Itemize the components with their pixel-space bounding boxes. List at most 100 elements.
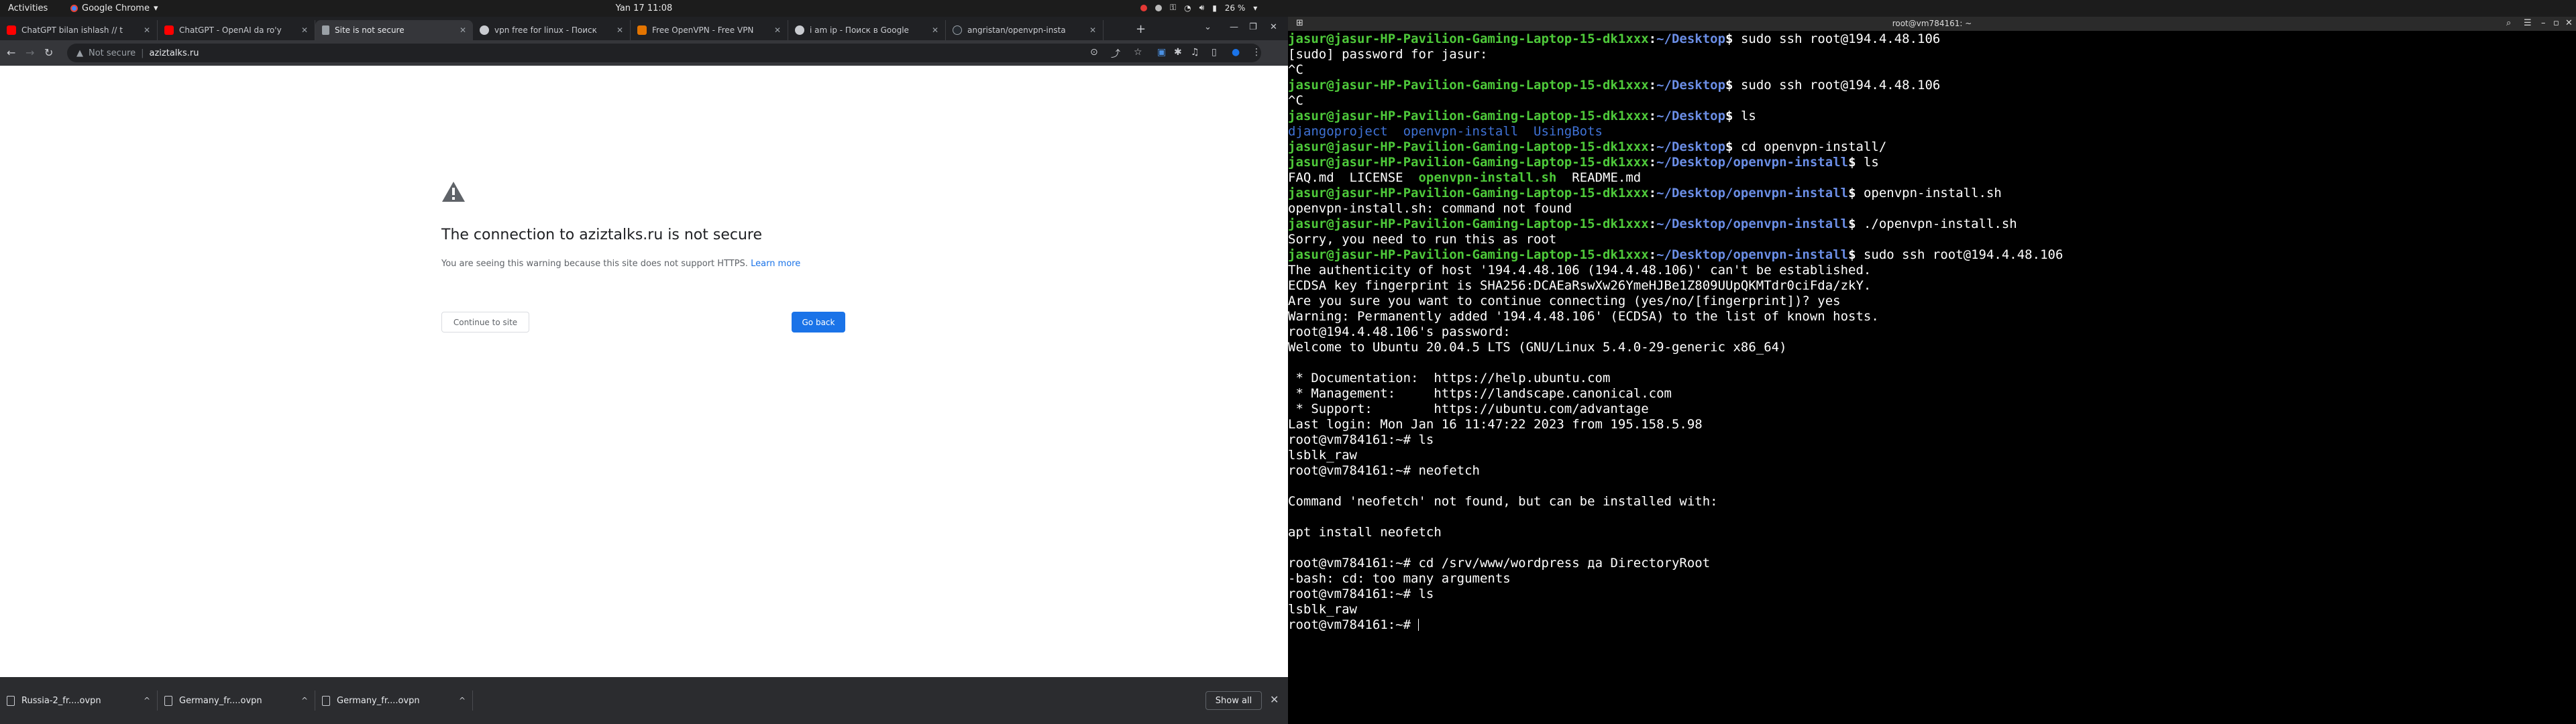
tab-label: ChatGPT bilan ishlash // t [21, 25, 123, 35]
terminal-line: ^C [1288, 93, 2576, 109]
output-text: [sudo] password for jasur: [1288, 47, 1488, 62]
terminal-output[interactable]: jasur@jasur-HP-Pavilion-Gaming-Laptop-15… [1288, 32, 2576, 724]
warning-description: You are seeing this warning because this… [441, 259, 800, 269]
chevron-up-icon[interactable]: ^ [459, 696, 466, 705]
close-icon[interactable]: ✕ [1089, 25, 1096, 35]
learn-more-link[interactable]: Learn more [751, 259, 800, 269]
close-icon[interactable]: ✕ [774, 25, 781, 35]
terminal-line: apt install neofetch [1288, 525, 2576, 540]
download-item[interactable]: Germany_fr....ovpn ^ [315, 690, 473, 711]
description-text: You are seeing this warning because this… [441, 259, 748, 269]
file-listing: README.md [1556, 170, 1642, 185]
clock[interactable]: Yan 17 11:08 [0, 3, 1288, 13]
vpn-key-icon: ⚿ [1170, 3, 1177, 12]
battery-level: 26 % [1224, 3, 1246, 13]
close-icon[interactable]: ✕ [144, 25, 150, 35]
prompt-separator: : [1648, 155, 1657, 170]
close-icon[interactable]: ✕ [301, 25, 308, 35]
go-back-button[interactable]: Go back [792, 312, 845, 333]
google-icon [795, 25, 804, 35]
chrome-menu-icon[interactable]: ⋮ [1252, 47, 1261, 58]
address-bar[interactable]: ▲ Not secure | aziztalks.ru [67, 44, 1261, 62]
command-text: neofetch [1418, 463, 1480, 478]
tab-site-not-secure[interactable]: Site is not secure ✕ [315, 20, 473, 40]
terminal-line: root@194.4.48.106's password: [1288, 324, 2576, 340]
command-text: ls [1740, 109, 1756, 123]
maximize-icon[interactable]: ▫ [2553, 18, 2559, 28]
continue-to-site-button[interactable]: Continue to site [441, 312, 529, 333]
prompt-path: ~/Desktop [1656, 139, 1726, 154]
interstitial-page: The connection to aziztalks.ru is not se… [0, 66, 1288, 677]
prompt-symbol: $ [1725, 139, 1741, 154]
hamburger-menu-icon[interactable]: ☰ [2524, 18, 2532, 28]
downloads-bar: Russia-2_fr....ovpn ^ Germany_fr....ovpn… [0, 677, 1288, 724]
terminal-line: * Support: https://ubuntu.com/advantage [1288, 402, 2576, 417]
profile-avatar-icon[interactable]: ● [1232, 47, 1240, 58]
show-all-downloads-button[interactable]: Show all [1205, 691, 1262, 710]
google-lens-icon[interactable]: ⊙ [1090, 47, 1098, 58]
tab-vpn-search[interactable]: vpn free for linux - Поиск ✕ [473, 20, 631, 40]
tab-label: Free OpenVPN - Free VPN [652, 25, 754, 35]
tab-search-icon[interactable]: ⌄ [1204, 22, 1212, 32]
close-icon[interactable]: ✕ [460, 25, 466, 35]
close-icon[interactable]: ✕ [616, 25, 623, 35]
side-panel-icon[interactable]: ▯ [1212, 47, 1217, 58]
prompt-user: jasur@jasur-HP-Pavilion-Gaming-Laptop-15… [1288, 247, 1649, 262]
security-status[interactable]: Not secure [89, 48, 136, 58]
minimize-icon[interactable]: – [2541, 18, 2546, 28]
bookmark-star-icon[interactable]: ☆ [1134, 47, 1142, 58]
reload-icon[interactable]: ↻ [44, 46, 53, 59]
download-item[interactable]: Germany_fr....ovpn ^ [158, 690, 315, 711]
close-window-icon[interactable]: ✕ [1270, 22, 1277, 32]
terminal-header-bar: ⊞ root@vm784161: ~ ⌕ ☰ – ▫ ✕ [1288, 17, 2576, 31]
terminal-line: jasur@jasur-HP-Pavilion-Gaming-Laptop-15… [1288, 139, 2576, 155]
prompt-symbol: $ [1848, 186, 1864, 200]
terminal-line: ^C [1288, 62, 2576, 78]
extension-translate-icon[interactable]: ▣ [1157, 47, 1166, 58]
back-arrow-icon[interactable]: ← [7, 46, 15, 59]
share-icon[interactable]: ⤴ [1111, 47, 1120, 60]
restore-icon[interactable]: ❐ [1249, 22, 1257, 32]
chevron-up-icon[interactable]: ^ [301, 696, 308, 705]
prompt-user: jasur@jasur-HP-Pavilion-Gaming-Laptop-15… [1288, 139, 1649, 154]
tab-i-am-ip[interactable]: i am ip - Поиск в Google ✕ [788, 20, 946, 40]
terminal-line: Command 'neofetch' not found, but can be… [1288, 494, 2576, 509]
forward-arrow-icon[interactable]: → [25, 46, 34, 59]
terminal-line: jasur@jasur-HP-Pavilion-Gaming-Laptop-15… [1288, 78, 2576, 93]
chevron-up-icon[interactable]: ^ [144, 696, 150, 705]
prompt-symbol: $ [1848, 155, 1864, 170]
tab-github-openvpn[interactable]: angristan/openvpn-insta ✕ [946, 20, 1104, 40]
warning-triangle-icon[interactable]: ▲ [76, 48, 83, 58]
youtube-icon [164, 25, 174, 35]
system-tray[interactable]: ⚿ ◔ 🔊︎ ▮ 26 % ▾ [1140, 3, 1257, 13]
terminal-line: jasur@jasur-HP-Pavilion-Gaming-Laptop-15… [1288, 217, 2576, 232]
url-text[interactable]: aziztalks.ru [150, 48, 199, 58]
omnibox-separator: | [141, 48, 144, 58]
tab-chatgpt-ishlash[interactable]: ChatGPT bilan ishlash // t ✕ [0, 20, 158, 40]
output-text: Welcome to Ubuntu 20.04.5 LTS (GNU/Linux… [1288, 340, 1787, 355]
prompt-separator: : [1648, 217, 1657, 231]
output-text: * Management: https://landscape.canonica… [1288, 386, 1672, 401]
prompt-symbol: $ [1848, 217, 1864, 231]
prompt-path: ~/Desktop/openvpn-install [1656, 217, 1849, 231]
media-icon[interactable]: ♫ [1191, 47, 1199, 58]
prompt-user: jasur@jasur-HP-Pavilion-Gaming-Laptop-15… [1288, 32, 1649, 46]
close-icon[interactable]: ✕ [932, 25, 938, 35]
close-downloads-icon[interactable]: ✕ [1270, 693, 1279, 706]
terminal-line: lsblk_raw [1288, 448, 2576, 463]
command-text: cd openvpn-install/ [1740, 139, 1887, 154]
terminal-line: Sorry, you need to run this as root [1288, 232, 2576, 247]
close-window-icon[interactable]: ✕ [2565, 18, 2573, 28]
terminal-title: root@vm784161: ~ [1892, 19, 1972, 28]
battery-icon: ▮ [1212, 3, 1217, 13]
prompt-path: ~/Desktop/openvpn-install [1656, 186, 1849, 200]
download-item[interactable]: Russia-2_fr....ovpn ^ [0, 690, 158, 711]
prompt-separator: : [1648, 109, 1657, 123]
tab-chatgpt-openai[interactable]: ChatGPT - OpenAI da ro'y ✕ [158, 20, 315, 40]
new-tab-button[interactable]: + [1136, 22, 1146, 36]
tab-free-openvpn[interactable]: Free OpenVPN - Free VPN ✕ [631, 20, 788, 40]
minimize-icon[interactable]: — [1230, 22, 1238, 32]
extensions-puzzle-icon[interactable]: ✱ [1174, 47, 1182, 58]
search-icon[interactable]: ⌕ [2506, 18, 2511, 28]
terminal-line: * Management: https://landscape.canonica… [1288, 386, 2576, 402]
